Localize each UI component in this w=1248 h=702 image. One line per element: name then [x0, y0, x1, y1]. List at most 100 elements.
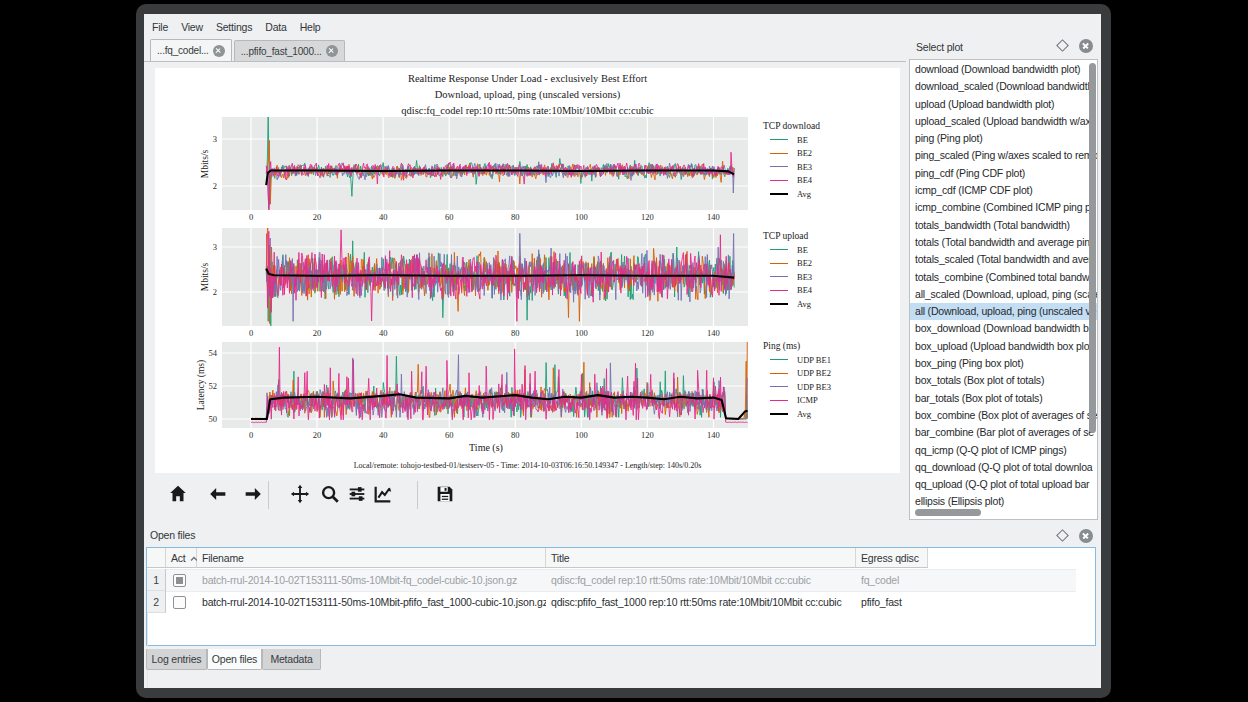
bottom-tab-metadata[interactable]: Metadata: [262, 649, 321, 670]
plot-list-item[interactable]: ping (Ping plot): [910, 130, 1097, 147]
y-axis-label: Mbits/s: [200, 263, 210, 292]
legend-entry: BE2: [770, 257, 812, 270]
plot-list-item[interactable]: qq_icmp (Q-Q plot of ICMP pings): [910, 442, 1097, 459]
tab-close-icon[interactable]: [326, 45, 338, 57]
row-checkbox[interactable]: [173, 596, 186, 609]
menu-view[interactable]: View: [181, 21, 211, 33]
plot-list-item[interactable]: upload (Upload bandwidth plot): [910, 96, 1097, 113]
legend-label: BE2: [797, 148, 812, 158]
menu-settings[interactable]: Settings: [216, 21, 260, 33]
legend-label: Avg: [797, 189, 811, 199]
plot-list-item[interactable]: box_totals (Box plot of totals): [910, 372, 1097, 389]
save-button[interactable]: [433, 482, 457, 506]
column-header-egress[interactable]: Egress qdisc: [856, 548, 928, 568]
bottom-tab-log-entries[interactable]: Log entries: [146, 649, 207, 670]
pan-icon: [289, 483, 311, 505]
plot-list-item[interactable]: all_scaled (Download, upload, ping (scal…: [910, 286, 1097, 303]
plot-list-item[interactable]: qq_upload (Q-Q plot of total upload bar: [910, 476, 1097, 493]
open-files-float-icon[interactable]: [1056, 529, 1069, 542]
title-cell[interactable]: qdisc:fq_codel rep:10 rtt:50ms rate:10Mb…: [546, 569, 856, 591]
legend-line-swatch: [770, 359, 788, 360]
zoom-button[interactable]: [318, 482, 342, 506]
legend-label: BE: [797, 135, 808, 145]
column-header-act[interactable]: Act: [166, 548, 197, 568]
legend-entry: BE4: [770, 284, 812, 297]
y-axis-label: Latency (ms): [196, 360, 206, 410]
menu-file[interactable]: File: [152, 21, 176, 33]
home-button[interactable]: [166, 482, 190, 506]
plot-list-item[interactable]: totals (Total bandwidth and average pin: [910, 234, 1097, 251]
plot-list-item[interactable]: box_ping (Ping box plot): [910, 355, 1097, 372]
column-header-filename[interactable]: Filename: [197, 548, 546, 568]
plot-list-item[interactable]: download (Download bandwidth plot): [910, 61, 1097, 78]
x-tick-label: 80: [511, 328, 520, 338]
column-header-title[interactable]: Title: [546, 548, 856, 568]
legend-line-swatch: [770, 263, 788, 264]
legend-label: UDP BE1: [797, 355, 831, 365]
open-files-dock-title: Open files: [150, 529, 195, 541]
legend-line-swatch: [770, 139, 788, 140]
y-tick-label: 54: [209, 348, 218, 358]
legend-line-swatch: [770, 400, 788, 401]
horizontal-scrollbar[interactable]: [915, 509, 981, 516]
plot-list-item[interactable]: totals_combine (Combined total bandw: [910, 269, 1097, 286]
tab-pfifo-fast[interactable]: ...pfifo_fast_1000...: [234, 40, 345, 61]
plot-list-item[interactable]: box_combine (Box plot of averages of se: [910, 407, 1097, 424]
filename-cell[interactable]: batch-rrul-2014-10-02T153111-50ms-10Mbit…: [197, 591, 546, 613]
row-checkbox[interactable]: [173, 574, 186, 587]
bottom-tab-bar: Log entriesOpen filesMetadata: [144, 649, 1101, 671]
legend-line-swatch: [770, 193, 788, 195]
y-tick-label: 2: [213, 287, 217, 297]
legend-line-swatch: [770, 413, 788, 415]
filename-cell[interactable]: batch-rrul-2014-10-02T153111-50ms-10Mbit…: [197, 569, 546, 591]
tab-fq-codel[interactable]: ...fq_codel...: [150, 39, 232, 61]
vertical-scrollbar[interactable]: [1089, 63, 1096, 433]
x-tick-label: 20: [313, 328, 322, 338]
y-tick-label: 52: [209, 381, 218, 391]
egress-cell[interactable]: pfifo_fast: [856, 591, 928, 613]
plot-list-item[interactable]: box_upload (Upload bandwidth box plo: [910, 338, 1097, 355]
legend-entry: BE3: [770, 160, 812, 173]
legend-line-swatch: [770, 386, 788, 387]
legend-label: Avg: [797, 409, 811, 419]
table-grid-line: [147, 680, 148, 688]
menu-data[interactable]: Data: [265, 21, 294, 33]
plot-list-item[interactable]: icmp_combine (Combined ICMP ping pl: [910, 199, 1097, 216]
open-files-close-icon[interactable]: [1079, 529, 1093, 543]
plot-list-item[interactable]: download_scaled (Download bandwidth: [910, 78, 1097, 95]
menu-help[interactable]: Help: [300, 21, 329, 33]
pan-button[interactable]: [288, 482, 312, 506]
back-button[interactable]: [206, 482, 230, 506]
plot-list-item[interactable]: bar_combine (Bar plot of averages of se: [910, 424, 1097, 441]
egress-cell[interactable]: fq_codel: [856, 569, 928, 591]
select-plot-close-icon[interactable]: [1079, 39, 1093, 53]
select-plot-dock-title: Select plot: [916, 41, 963, 53]
legend-label: UDP BE3: [797, 382, 831, 392]
legend-entry: BE2: [770, 147, 812, 160]
plot-figure: Realtime Response Under Load - exclusive…: [155, 68, 900, 473]
bottom-tab-open-files[interactable]: Open files: [207, 649, 262, 670]
plot-list-item[interactable]: ping_scaled (Ping w/axes scaled to remo: [910, 147, 1097, 164]
legend-title: TCP download: [763, 121, 820, 131]
plot-list-item[interactable]: qq_download (Q-Q plot of total downloa: [910, 459, 1097, 476]
legend-entry: Avg: [770, 407, 811, 420]
subplots-button[interactable]: [345, 482, 369, 506]
select-plot-float-icon[interactable]: [1056, 39, 1069, 52]
plot-list-item[interactable]: box_download (Download bandwidth b: [910, 320, 1097, 337]
plot-list-item[interactable]: ping_cdf (Ping CDF plot): [910, 165, 1097, 182]
plot-list-item[interactable]: all (Download, upload, ping (unscaled ve: [910, 303, 1097, 320]
tab-close-icon[interactable]: [213, 45, 225, 57]
forward-button[interactable]: [241, 482, 265, 506]
plot-list-item[interactable]: icmp_cdf (ICMP CDF plot): [910, 182, 1097, 199]
plot-list-item[interactable]: upload_scaled (Upload bandwidth w/ax: [910, 113, 1097, 130]
x-tick-label: 80: [511, 430, 520, 440]
legend-line-swatch: [770, 303, 788, 305]
axes-button[interactable]: [371, 482, 395, 506]
plot-list-item[interactable]: totals_scaled (Total bandwidth and aver: [910, 251, 1097, 268]
legend-entry: BE4: [770, 174, 812, 187]
title-cell[interactable]: qdisc:pfifo_fast_1000 rep:10 rtt:50ms ra…: [546, 591, 856, 613]
toolbar-separator: [268, 481, 269, 509]
plot-list-item[interactable]: bar_totals (Box plot of totals): [910, 390, 1097, 407]
plot-list-item[interactable]: totals_bandwidth (Total bandwidth): [910, 217, 1097, 234]
subplots-icon: [346, 483, 368, 505]
